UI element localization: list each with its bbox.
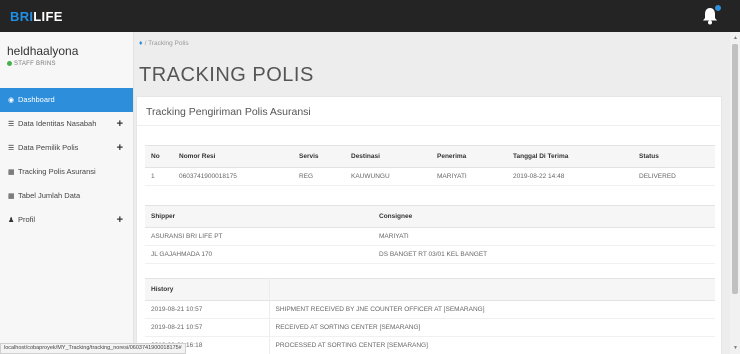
user-role: STAFF BRINS xyxy=(14,61,56,68)
table-row: 2019-08-21 10:57 SHIPMENT RECEIVED BY JN… xyxy=(145,300,715,319)
table-cell: DELIVERED xyxy=(633,167,715,186)
table-cell: ASURANSI BRI LIFE PT xyxy=(145,227,373,246)
brand-part2: LIFE xyxy=(33,9,63,24)
brand-part1: BRI xyxy=(10,9,34,24)
sidebar-item-label: Data Identitas Nasabah xyxy=(18,119,97,128)
column-header: History xyxy=(145,278,270,301)
user-status: STAFF BRINS xyxy=(7,61,56,67)
table-cell: JL GAJAHMADA 170 xyxy=(145,245,373,264)
table-row: JL GAJAHMADA 170 DS BANGET RT 03/01 KEL … xyxy=(145,245,715,264)
table-header-row: No Nomor Resi Servis Destinasi Penerima … xyxy=(145,145,715,168)
user-name: heldhaalyona xyxy=(7,44,79,58)
table-cell: KAUWUNGU xyxy=(345,167,431,186)
column-header: Destinasi xyxy=(345,145,431,168)
table-cell: PROCESSED AT SORTING CENTER [SEMARANG] xyxy=(269,336,715,354)
online-status-icon xyxy=(7,61,12,66)
column-header: Servis xyxy=(293,145,345,168)
column-header xyxy=(269,278,715,301)
table-header-row: History xyxy=(145,278,715,301)
breadcrumb: ♦ / Tracking Polis xyxy=(139,40,189,47)
table-cell: 2019-08-22 14:48 xyxy=(507,167,633,186)
table-cell: DS BANGET RT 03/01 KEL BANGET xyxy=(373,245,715,264)
table-cell: 2019-08-21 10:57 xyxy=(145,318,270,337)
expand-plus-icon[interactable]: + xyxy=(117,208,123,232)
table-cell: MARIYATI xyxy=(373,227,715,246)
top-navbar: BRILIFE xyxy=(0,0,740,32)
panel-title: Tracking Pengiriman Polis Asuransi xyxy=(146,106,311,118)
table-cell: REG xyxy=(293,167,345,186)
panel-divider xyxy=(137,125,723,126)
sidebar: heldhaalyona STAFF BRINS ◉ Dashboard ☰ Dat… xyxy=(0,32,134,354)
shipper-consignee-table: Shipper Consignee ASURANSI BRI LIFE PT M… xyxy=(145,205,715,264)
scrollbar-thumb[interactable] xyxy=(732,44,738,294)
sidebar-item-label: Profil xyxy=(18,215,36,224)
table-cell: 2019-08-21 10:57 xyxy=(145,300,270,319)
expand-plus-icon[interactable]: + xyxy=(117,136,123,160)
notification-bell-icon[interactable] xyxy=(702,4,722,25)
sidebar-item-label: Tabel Jumlah Data xyxy=(18,191,81,200)
table-cell: SHIPMENT RECEIVED BY JNE COUNTER OFFICER… xyxy=(269,300,715,319)
list-icon: ☰ xyxy=(8,145,15,152)
column-header: Tanggal Di Terima xyxy=(507,145,633,168)
calendar-icon: ▦ xyxy=(8,169,15,176)
list-icon: ☰ xyxy=(8,121,15,128)
sidebar-item-label: Tracking Polis Asuransi xyxy=(18,167,96,176)
table-cell: RECEIVED AT SORTING CENTER [SEMARANG] xyxy=(269,318,715,337)
expand-plus-icon[interactable]: + xyxy=(117,112,123,136)
tracking-panel: Tracking Pengiriman Polis Asuransi No No… xyxy=(136,96,723,354)
column-header: Penerima xyxy=(431,145,507,168)
sidebar-item-label: Dashboard xyxy=(18,95,55,104)
table-header-row: Shipper Consignee xyxy=(145,205,715,228)
sidebar-item-data-identitas-nasabah[interactable]: ☰ Data Identitas Nasabah + xyxy=(0,112,133,136)
history-table: History 2019-08-21 10:57 SHIPMENT RECEIV… xyxy=(145,278,715,354)
sidebar-item-profil[interactable]: ♟ Profil + xyxy=(0,208,133,232)
table-row: 1 0603741900018175 REG KAUWUNGU MARIYATI… xyxy=(145,167,715,186)
sidebar-item-label: Data Pemilik Polis xyxy=(18,143,79,152)
table-cell: 0603741900018175 xyxy=(173,167,293,186)
table-row: 2019-08-21 10:57 RECEIVED AT SORTING CEN… xyxy=(145,318,715,337)
sidebar-item-data-pemilik-polis[interactable]: ☰ Data Pemilik Polis + xyxy=(0,136,133,160)
sidebar-item-tracking-polis-asuransi[interactable]: ▦ Tracking Polis Asuransi xyxy=(0,160,133,184)
dashboard-icon: ◉ xyxy=(8,97,15,104)
browser-status-url: localhost/cobaproyek/MY_Tracking/trackin… xyxy=(0,343,186,354)
column-header: No xyxy=(145,145,173,168)
shipment-table: No Nomor Resi Servis Destinasi Penerima … xyxy=(145,145,715,186)
scroll-up-arrow-icon[interactable]: ▲ xyxy=(733,35,738,41)
table-row: ASURANSI BRI LIFE PT MARIYATI xyxy=(145,227,715,246)
sidebar-item-dashboard[interactable]: ◉ Dashboard xyxy=(0,88,133,112)
notification-dot xyxy=(714,4,722,12)
breadcrumb-current: / Tracking Polis xyxy=(144,40,189,47)
table-cell: 1 xyxy=(145,167,173,186)
home-icon[interactable]: ♦ xyxy=(139,40,143,47)
sidebar-item-tabel-jumlah-data[interactable]: ▦ Tabel Jumlah Data xyxy=(0,184,133,208)
page-title: TRACKING POLIS xyxy=(139,64,314,86)
column-header: Shipper xyxy=(145,205,373,228)
column-header: Status xyxy=(633,145,715,168)
column-header: Consignee xyxy=(373,205,715,228)
brand-logo[interactable]: BRILIFE xyxy=(10,9,63,24)
scroll-down-arrow-icon[interactable]: ▼ xyxy=(733,345,738,351)
calendar-icon: ▦ xyxy=(8,193,15,200)
user-icon: ♟ xyxy=(8,217,15,224)
table-row: 2019-08-21 16:18 PROCESSED AT SORTING CE… xyxy=(145,336,715,354)
column-header: Nomor Resi xyxy=(173,145,293,168)
table-cell: MARIYATI xyxy=(431,167,507,186)
